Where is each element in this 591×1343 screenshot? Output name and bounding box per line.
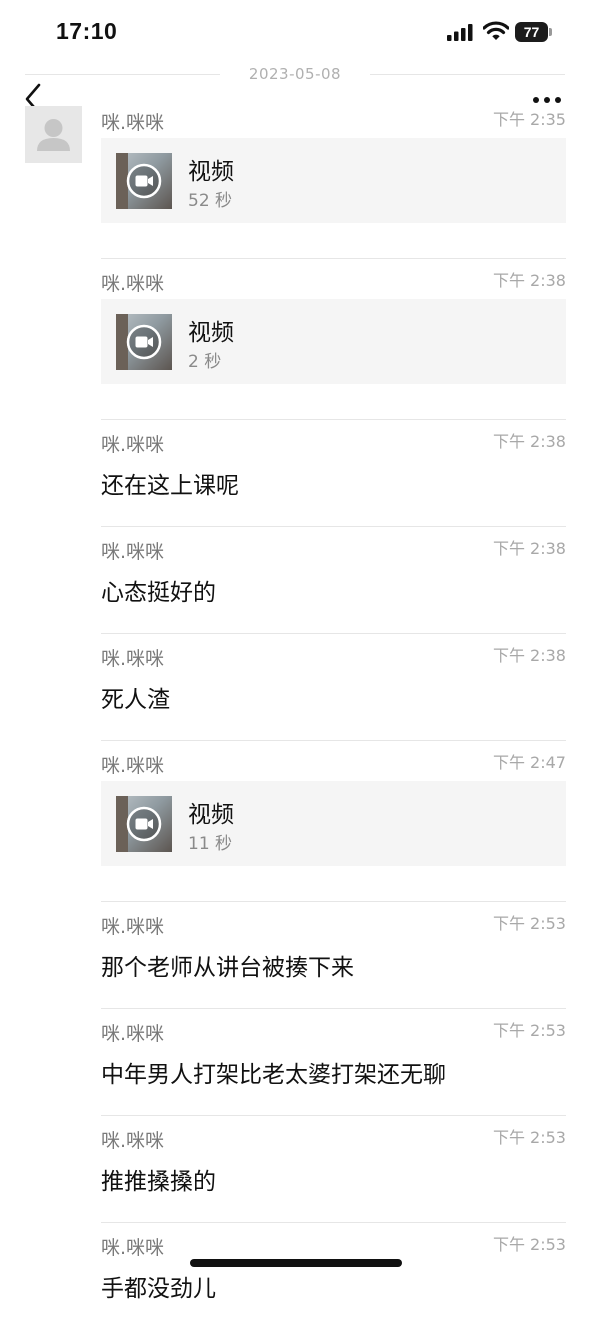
message-item[interactable]: 咪.咪咪 下午 2:47 视频 11 秒 [101, 741, 566, 902]
message-sender[interactable]: 咪.咪咪 [101, 1233, 164, 1260]
home-indicator[interactable] [190, 1259, 402, 1267]
video-thumbnail[interactable] [116, 153, 172, 209]
message-time: 下午 2:53 [492, 914, 566, 933]
message-sender[interactable]: 咪.咪咪 [101, 269, 164, 296]
battery-icon: 77 [515, 22, 548, 42]
video-title: 视频 [188, 802, 234, 828]
message-item[interactable]: 咪.咪咪 下午 2:53 中年男人打架比老太婆打架还无聊 [101, 1009, 566, 1116]
message-time: 下午 2:38 [492, 539, 566, 558]
battery-level: 77 [523, 24, 540, 40]
message-time: 下午 2:47 [492, 753, 566, 772]
message-text[interactable]: 推推搡搡的 [101, 1162, 216, 1196]
message-item[interactable]: 咪.咪咪 下午 2:53 推推搡搡的 [101, 1116, 566, 1223]
message-time: 下午 2:38 [492, 432, 566, 451]
video-card[interactable]: 视频 2 秒 [101, 299, 566, 384]
message-time: 下午 2:53 [492, 1021, 566, 1040]
message-sender[interactable]: 咪.咪咪 [101, 430, 164, 457]
message-item[interactable]: 咪.咪咪 下午 2:38 还在这上课呢 [101, 420, 566, 527]
video-card[interactable]: 视频 11 秒 [101, 781, 566, 866]
message-time: 下午 2:53 [492, 1128, 566, 1147]
message-sender[interactable]: 咪.咪咪 [101, 537, 164, 564]
message-list: 咪.咪咪 下午 2:35 视频 52 秒 咪.咪咪 下午 2:38 视频 2 秒… [101, 98, 566, 1343]
message-time: 下午 2:53 [492, 1235, 566, 1254]
video-thumbnail[interactable] [116, 314, 172, 370]
message-text[interactable]: 死人渣 [101, 680, 170, 714]
message-sender[interactable]: 咪.咪咪 [101, 108, 164, 135]
message-item[interactable]: 咪.咪咪 下午 2:38 死人渣 [101, 634, 566, 741]
battery-cap [549, 28, 552, 36]
video-duration: 11 秒 [188, 834, 233, 854]
message-text[interactable]: 那个老师从讲台被揍下来 [101, 948, 354, 982]
message-item[interactable]: 咪.咪咪 下午 2:35 视频 52 秒 [101, 98, 566, 259]
message-sender[interactable]: 咪.咪咪 [101, 1126, 164, 1153]
divider-line [370, 74, 565, 75]
message-text[interactable]: 心态挺好的 [101, 573, 216, 607]
video-thumbnail[interactable] [116, 796, 172, 852]
status-bar: 17:10 77 [0, 0, 591, 64]
message-item[interactable]: 咪.咪咪 下午 2:38 视频 2 秒 [101, 259, 566, 420]
avatar[interactable] [25, 106, 82, 163]
message-sender[interactable]: 咪.咪咪 [101, 912, 164, 939]
status-time: 17:10 [56, 18, 118, 44]
video-duration: 2 秒 [188, 352, 222, 372]
video-camera-icon [126, 324, 162, 360]
message-text[interactable]: 中年男人打架比老太婆打架还无聊 [101, 1055, 446, 1089]
message-item[interactable]: 咪.咪咪 下午 2:53 那个老师从讲台被揍下来 [101, 902, 566, 1009]
message-time: 下午 2:38 [492, 271, 566, 290]
message-time: 下午 2:38 [492, 646, 566, 665]
cellular-signal-icon [447, 24, 473, 41]
video-title: 视频 [188, 320, 234, 346]
message-text[interactable]: 还在这上课呢 [101, 466, 239, 500]
video-camera-icon [126, 806, 162, 842]
message-sender[interactable]: 咪.咪咪 [101, 1019, 164, 1046]
date-label: 2023-05-08 [248, 65, 342, 83]
message-sender[interactable]: 咪.咪咪 [101, 644, 164, 671]
default-person-icon [37, 119, 70, 151]
date-divider: 2023-05-08 [25, 64, 565, 84]
video-title: 视频 [188, 159, 234, 185]
divider-line [25, 74, 220, 75]
message-time: 下午 2:35 [492, 110, 566, 129]
video-camera-icon [126, 163, 162, 199]
video-duration: 52 秒 [188, 191, 233, 211]
message-item[interactable]: 咪.咪咪 下午 2:53 手都没劲儿 [101, 1223, 566, 1343]
message-sender[interactable]: 咪.咪咪 [101, 751, 164, 778]
video-card[interactable]: 视频 52 秒 [101, 138, 566, 223]
message-text[interactable]: 手都没劲儿 [101, 1269, 216, 1303]
wifi-icon [483, 21, 509, 40]
message-item[interactable]: 咪.咪咪 下午 2:38 心态挺好的 [101, 527, 566, 634]
